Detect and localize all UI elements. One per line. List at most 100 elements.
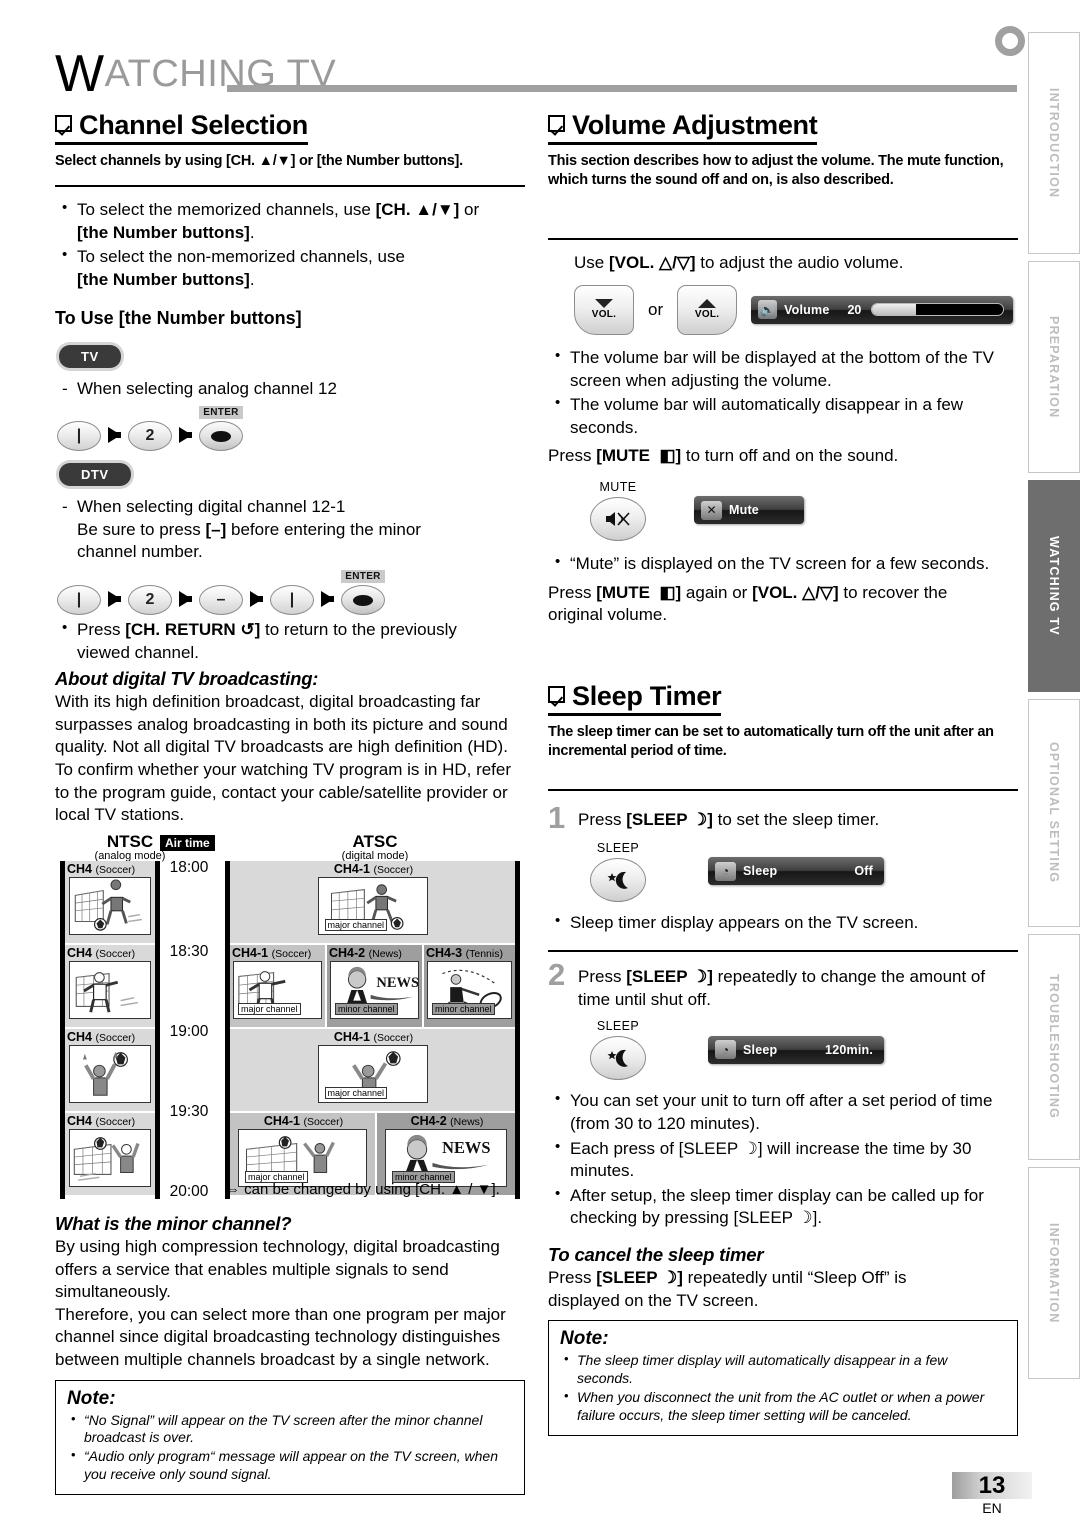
key-ref-sleep: [SLEEP ☽]: [596, 1268, 683, 1287]
key-minus-wrap: –: [199, 570, 243, 616]
sidebar-item-preparation[interactable]: PREPARATION: [1028, 261, 1080, 473]
remote-key-2[interactable]: 2: [128, 421, 172, 452]
air-time-label: Air time: [160, 834, 215, 851]
sleep-button[interactable]: [590, 1036, 646, 1081]
sleep-osd-value: Off: [854, 864, 873, 879]
key-1-wrap: |: [57, 570, 101, 616]
cell-channel: CH4-2: [329, 945, 366, 960]
atsc-cell: CH4-3 (Tennis) minor channel: [424, 944, 515, 1027]
sleep-button-wrap: SLEEP: [590, 841, 646, 902]
mute-button[interactable]: [590, 496, 646, 541]
mute-button-label: MUTE: [599, 479, 637, 494]
ntsc-title: NTSC: [106, 831, 154, 851]
cell-channel: CH4-1: [333, 1029, 370, 1044]
heading-cancel-sleep-timer: To cancel the sleep timer: [548, 1244, 764, 1265]
volume-up-button[interactable]: VOL.: [677, 284, 738, 335]
step-text: Press [SLEEP ☽] to set the sleep timer.: [578, 803, 879, 832]
key-ref-ch-updown: [CH. ▲/▼]: [375, 200, 460, 220]
side-navigation-tabs: INTRODUCTION PREPARATION WATCHING TV OPT…: [1028, 32, 1080, 1386]
t: Press: [578, 810, 627, 830]
volume-up-label: VOL.: [694, 309, 720, 321]
cell-channel: CH4: [67, 1029, 93, 1044]
checkbox-icon: [55, 115, 72, 132]
volume-slider-track[interactable]: [871, 303, 1005, 317]
sidebar-item-information[interactable]: INFORMATION: [1028, 1167, 1080, 1379]
ntsc-cell: CH4 (Soccer): [65, 860, 155, 943]
major-channel-tag: major channel: [238, 1002, 301, 1015]
ntsc-atsc-diagram: NTSC (analog mode) Air time ATSC (digital …: [55, 833, 525, 1203]
bullet-sleep-recall: After setup, the sleep timer display can…: [548, 1184, 1018, 1230]
arrow-right-icon: [108, 591, 121, 608]
t: to set the sleep timer.: [712, 810, 880, 830]
sidebar-item-introduction[interactable]: INTRODUCTION: [1028, 32, 1080, 254]
cell-program: (Soccer): [271, 947, 312, 960]
volume-lede: This section describes how to adjust the…: [548, 153, 1004, 189]
clock-icon: ◔: [715, 1040, 736, 1060]
note-bullet: The sleep timer display will automatical…: [560, 1351, 1006, 1388]
t: original volume.: [548, 605, 668, 625]
checkbox-icon: [548, 685, 565, 703]
time-tick: 19:30: [169, 1102, 209, 1120]
heading-minor-channel: What is the minor channel?: [55, 1212, 292, 1234]
t: to return to the previously: [260, 620, 457, 640]
sidebar-item-watching-tv[interactable]: WATCHING TV: [1028, 480, 1080, 692]
remote-key-1[interactable]: |: [270, 585, 314, 616]
key-ref-ch-return: [CH. RETURN ↺]: [125, 620, 261, 640]
key-2-wrap: 2: [128, 406, 172, 452]
sleep-timer-section: Sleep Timer The sleep timer can be set t…: [548, 681, 1018, 1436]
mute-osd-label: Mute: [729, 503, 759, 518]
sidebar-item-optional-setting[interactable]: OPTIONAL SETTING: [1028, 699, 1080, 927]
t: again or: [681, 582, 753, 602]
program-thumbnail: NEWS minor channel: [385, 1128, 507, 1187]
remote-key-1[interactable]: |: [57, 421, 101, 452]
ntsc-cell: CH4 (Soccer): [65, 944, 155, 1027]
cell-program: (Soccer): [95, 863, 136, 876]
time-tick: 18:30: [169, 942, 209, 960]
divider: [548, 789, 1018, 792]
volume-down-button[interactable]: VOL.: [574, 284, 634, 335]
note-bullet: When you disconnect the unit from the AC…: [560, 1388, 1006, 1425]
bullet-volume-bar-bottom: The volume bar will be displayed at the …: [548, 346, 1018, 392]
digital-channel-line2: Be sure to press [–] before entering the…: [55, 519, 525, 542]
right-column: Volume Adjustment This section describes…: [548, 110, 1018, 1436]
remote-key-minus[interactable]: –: [199, 585, 243, 616]
step-text: Press [SLEEP ☽] repeatedly to change the…: [578, 960, 985, 1011]
volume-down-label: VOL.: [591, 309, 617, 321]
bullet-sleep-range: You can set your unit to turn off after …: [548, 1089, 1018, 1135]
program-thumbnail: NEWS minor channel: [330, 960, 419, 1019]
remote-key-enter[interactable]: [199, 421, 243, 452]
note-box-right: Note: The sleep timer display will autom…: [548, 1320, 1018, 1436]
remote-key-2[interactable]: 2: [128, 585, 172, 616]
bullet-text: To select the memorized channels, use: [77, 200, 376, 220]
bullet-sleep-increment: Each press of [SLEEP ☽] will increase th…: [548, 1137, 1018, 1183]
moon-star-icon: [607, 1050, 628, 1068]
section-heading-volume-adjustment: Volume Adjustment: [548, 110, 818, 146]
program-thumbnail: major channel: [317, 876, 428, 935]
cell-label: CH4-1 (Soccer): [230, 1029, 515, 1044]
sleep-lede: The sleep timer can be set to automatica…: [548, 723, 994, 759]
cell-label: CH4 (Soccer): [65, 1113, 155, 1128]
t: repeatedly to change the amount of: [712, 967, 986, 987]
soccer-player-illustration: [75, 972, 139, 1013]
analog-channel-line: When selecting analog channel 12: [55, 378, 525, 401]
bullet-mute-display: “Mute” is displayed on the TV screen for…: [548, 552, 1018, 576]
key-enter-wrap: ENTER: [341, 570, 385, 616]
sleep-button-label: SLEEP: [596, 1019, 640, 1034]
remote-key-1[interactable]: |: [57, 585, 101, 616]
cell-channel: CH4-3: [426, 945, 463, 960]
sidebar-item-troubleshooting[interactable]: TROUBLESHOOTING: [1028, 934, 1080, 1160]
page-footer: 13 EN: [952, 1472, 1032, 1516]
ntsc-cell: CH4 (Soccer): [65, 1112, 155, 1195]
arrow-right-icon: [250, 591, 263, 608]
cell-program: (Soccer): [95, 1031, 136, 1044]
key-ref-mute: [MUTE ◧]: [596, 582, 682, 602]
time-tick: 19:00: [169, 1022, 209, 1040]
cell-channel: CH4-1: [333, 861, 370, 876]
volume-controls-row: VOL. or VOL. 🔊 Volume 20: [574, 284, 1018, 335]
cell-channel: CH4: [67, 945, 93, 960]
digital-channel-line1: When selecting digital channel 12-1: [55, 496, 525, 519]
cell-program: (Soccer): [95, 947, 136, 960]
remote-key-enter[interactable]: [341, 585, 385, 616]
sleep-button[interactable]: [590, 857, 646, 902]
analog-key-sequence: | 2 ENTER: [57, 406, 525, 452]
